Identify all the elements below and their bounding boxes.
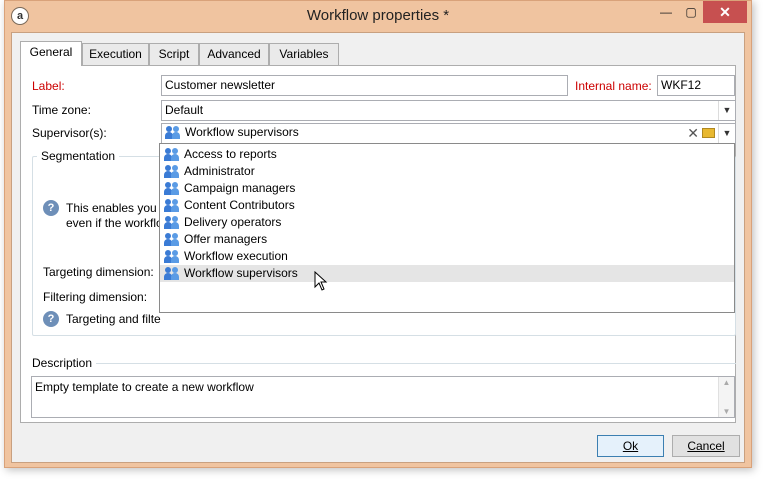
list-item-label: Administrator [184,164,255,178]
minimize-button[interactable]: — [653,1,679,23]
list-item-label: Content Contributors [184,198,295,212]
window-title: Workflow properties * [306,7,450,24]
description-value: Empty template to create a new workflow [35,380,254,394]
close-button[interactable]: ✕ [703,1,747,23]
label-field-label: Label: [32,79,65,93]
timezone-select[interactable]: Default ▼ [161,100,736,121]
tab-script[interactable]: Script [149,43,199,65]
ok-button[interactable]: Ok [597,435,664,457]
timezone-value: Default [165,103,204,117]
user-group-icon [164,198,180,213]
filtering-dimension-label: Filtering dimension: [43,290,148,304]
tab-variables[interactable]: Variables [269,43,339,65]
description-legend: Description [32,356,97,370]
targeting-dimension-label: Targeting dimension: [43,265,154,279]
list-item[interactable]: Access to reports [160,146,734,163]
user-group-icon [164,147,180,162]
list-item-label: Offer managers [184,232,268,246]
clear-icon[interactable]: ✕ [687,125,699,142]
segmentation-info-line2: even if the workflo [66,216,163,230]
segmentation-info-line1: This enables you t [66,201,164,215]
folder-icon[interactable] [702,128,715,138]
list-item[interactable]: Workflow execution [160,248,734,265]
user-group-icon [164,164,180,179]
user-group-icon [165,125,181,140]
list-item[interactable]: Administrator [160,163,734,180]
chevron-down-icon[interactable]: ▼ [718,124,735,143]
timezone-label: Time zone: [32,103,91,117]
scroll-up-icon[interactable]: ▲ [719,378,734,387]
ok-button-label: Ok [622,439,639,453]
user-group-icon [164,215,180,230]
workflow-properties-window: a Workflow properties * — ▢ ✕ General Ex… [4,0,752,468]
cancel-button[interactable]: Cancel [672,435,740,457]
tab-general[interactable]: General [20,41,82,66]
list-item-label: Workflow supervisors [184,266,298,280]
tab-execution[interactable]: Execution [82,43,149,65]
user-group-icon [164,181,180,196]
internal-name-label: Internal name: [575,79,652,93]
list-item-label: Workflow execution [184,249,288,263]
description-divider [32,363,736,364]
info-icon: ? [43,200,59,216]
user-group-icon [164,249,180,264]
maximize-button[interactable]: ▢ [679,1,703,23]
segmentation-legend: Segmentation [37,149,120,163]
title-bar[interactable]: a Workflow properties * — ▢ ✕ [5,1,751,33]
dialog-client-area: General Execution Script Advanced Variab… [11,32,745,463]
description-textarea[interactable]: Empty template to create a new workflow … [31,376,735,418]
list-item-label: Delivery operators [184,215,282,229]
mouse-cursor-icon [314,271,328,291]
list-item[interactable]: Campaign managers [160,180,734,197]
supervisors-label: Supervisor(s): [32,126,107,140]
segmentation-info2: Targeting and filte [66,312,161,326]
cancel-button-label: Cancel [687,439,725,453]
user-group-icon [164,232,180,247]
chevron-down-icon[interactable]: ▼ [718,101,735,120]
supervisors-value: Workflow supervisors [185,125,299,139]
supervisors-select[interactable]: Workflow supervisors ✕ ▼ [161,123,736,144]
list-item-label: Access to reports [184,147,277,161]
list-item[interactable]: Delivery operators [160,214,734,231]
internal-name-input[interactable]: WKF12 [657,75,735,96]
description-scrollbar[interactable]: ▲ ▼ [718,377,734,417]
supervisors-dropdown-list[interactable]: Access to reports Administrator Campaign… [159,143,735,313]
list-item-label: Campaign managers [184,181,296,195]
label-input[interactable]: Customer newsletter [161,75,568,96]
list-item[interactable]: Offer managers [160,231,734,248]
user-group-icon [164,266,180,281]
tab-advanced[interactable]: Advanced [199,43,269,65]
scroll-down-icon[interactable]: ▼ [719,407,734,416]
list-item-hovered[interactable]: Workflow supervisors [160,265,734,282]
list-item[interactable]: Content Contributors [160,197,734,214]
info-icon: ? [43,311,59,327]
